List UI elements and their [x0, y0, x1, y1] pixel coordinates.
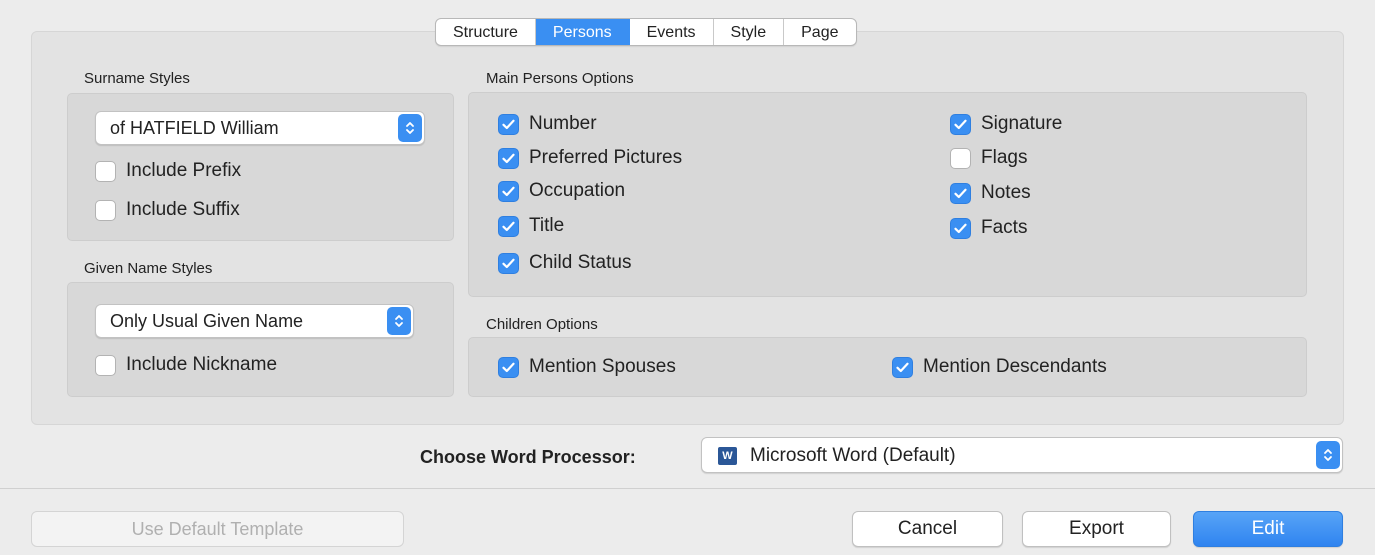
cancel-button[interactable]: Cancel: [852, 511, 1003, 547]
number-checkbox[interactable]: Number: [498, 113, 597, 135]
child-status-label: Child Status: [529, 252, 632, 273]
checkbox-unchecked-icon: [95, 160, 116, 182]
tab-bar: Structure Persons Events Style Page: [435, 18, 857, 46]
surname-style-popup[interactable]: of HATFIELD William: [95, 111, 425, 145]
chevron-updown-icon: [387, 307, 411, 335]
given-name-style-value: Only Usual Given Name: [110, 311, 304, 331]
facts-checkbox[interactable]: Facts: [950, 217, 1027, 239]
include-prefix-checkbox[interactable]: Include Prefix: [95, 160, 241, 182]
chevron-updown-icon: [398, 114, 422, 142]
microsoft-word-icon: W: [718, 447, 737, 465]
mention-descendants-label: Mention Descendants: [923, 356, 1107, 377]
word-processor-label: Choose Word Processor:: [420, 447, 636, 467]
tab-structure[interactable]: Structure: [436, 19, 536, 45]
checkmark-icon: [498, 252, 519, 274]
signature-label: Signature: [981, 113, 1063, 134]
include-suffix-checkbox[interactable]: Include Suffix: [95, 199, 240, 221]
notes-label: Notes: [981, 182, 1031, 203]
checkmark-icon: [498, 215, 519, 237]
checkbox-unchecked-icon: [95, 354, 116, 376]
checkmark-icon: [950, 182, 971, 204]
occupation-checkbox[interactable]: Occupation: [498, 180, 625, 202]
checkmark-icon: [498, 180, 519, 202]
given-name-styles-heading: Given Name Styles: [84, 260, 213, 277]
preferred-pictures-label: Preferred Pictures: [529, 147, 683, 168]
given-name-styles-group: [67, 282, 454, 397]
tab-events[interactable]: Events: [630, 19, 714, 45]
mention-descendants-checkbox[interactable]: Mention Descendants: [892, 356, 1107, 378]
include-suffix-label: Include Suffix: [126, 199, 240, 220]
notes-checkbox[interactable]: Notes: [950, 182, 1031, 204]
export-button[interactable]: Export: [1022, 511, 1171, 547]
signature-checkbox[interactable]: Signature: [950, 113, 1062, 135]
facts-label: Facts: [981, 217, 1028, 238]
tab-style[interactable]: Style: [714, 19, 785, 45]
given-name-style-popup[interactable]: Only Usual Given Name: [95, 304, 414, 338]
occupation-label: Occupation: [529, 180, 626, 201]
main-persons-heading: Main Persons Options: [486, 70, 634, 87]
title-label: Title: [529, 215, 565, 236]
tab-persons[interactable]: Persons: [535, 19, 630, 45]
children-options-heading: Children Options: [486, 316, 598, 333]
surname-style-value: of HATFIELD William: [110, 118, 279, 138]
number-label: Number: [529, 113, 597, 134]
checkmark-icon: [892, 356, 913, 378]
tab-page[interactable]: Page: [784, 19, 855, 45]
child-status-checkbox[interactable]: Child Status: [498, 252, 631, 274]
checkmark-icon: [950, 113, 971, 135]
checkmark-icon: [498, 113, 519, 135]
checkbox-unchecked-icon: [950, 147, 971, 169]
mention-spouses-checkbox[interactable]: Mention Spouses: [498, 356, 676, 378]
checkmark-icon: [498, 356, 519, 378]
checkmark-icon: [498, 147, 519, 169]
include-nickname-label: Include Nickname: [126, 354, 278, 375]
edit-button[interactable]: Edit: [1193, 511, 1343, 547]
footer-divider: [0, 488, 1375, 489]
flags-label: Flags: [981, 147, 1028, 168]
include-prefix-label: Include Prefix: [126, 160, 242, 181]
use-default-template-button[interactable]: Use Default Template: [31, 511, 404, 547]
title-checkbox[interactable]: Title: [498, 215, 564, 237]
chevron-updown-icon: [1316, 441, 1340, 469]
checkbox-unchecked-icon: [95, 199, 116, 221]
word-processor-value: Microsoft Word (Default): [750, 445, 956, 466]
preferred-pictures-checkbox[interactable]: Preferred Pictures: [498, 147, 682, 169]
include-nickname-checkbox[interactable]: Include Nickname: [95, 354, 277, 376]
checkmark-icon: [950, 217, 971, 239]
word-processor-popup[interactable]: W Microsoft Word (Default): [701, 437, 1343, 473]
mention-spouses-label: Mention Spouses: [529, 356, 676, 377]
flags-checkbox[interactable]: Flags: [950, 147, 1027, 169]
surname-styles-heading: Surname Styles: [84, 70, 190, 87]
